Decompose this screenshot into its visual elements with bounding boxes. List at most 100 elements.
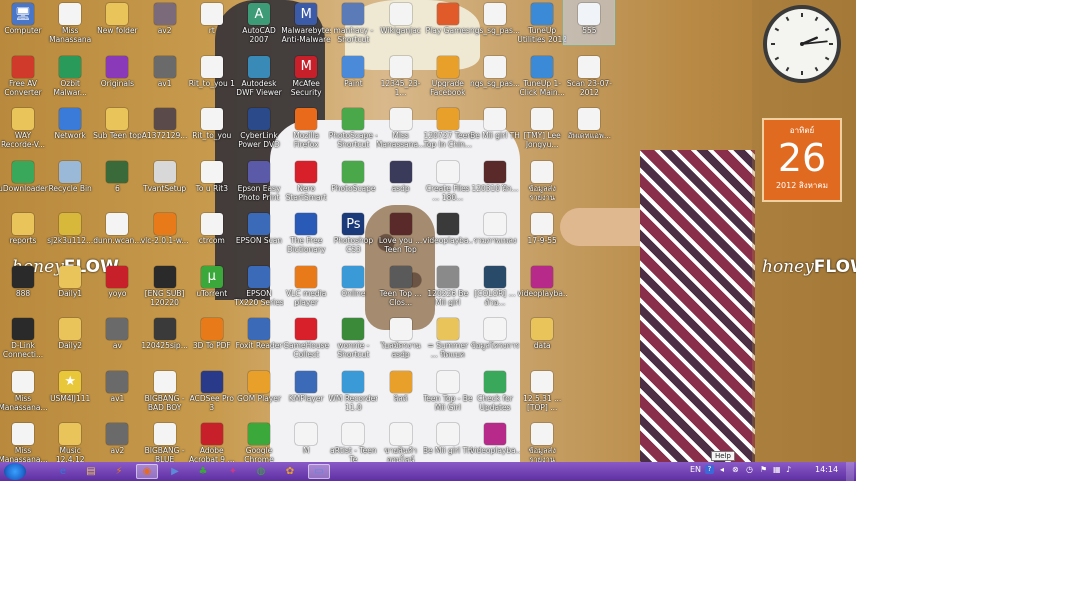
- start-button[interactable]: [4, 463, 26, 480]
- desktop-icon[interactable]: 120226 Be Mii girl: [423, 263, 473, 307]
- calendar-gadget[interactable]: อาทิตย์ 26 2012 สิงหาคม: [762, 118, 842, 202]
- desktop-icon[interactable]: Nero StartSmart: [281, 158, 331, 202]
- desktop-icon[interactable]: Teen Top ... Clos...: [376, 263, 426, 307]
- desktop-icon[interactable]: Miss Manassana...: [0, 420, 48, 464]
- desktop-icon[interactable]: Daily1: [45, 263, 95, 307]
- desktop-icon[interactable]: New folder: [92, 0, 142, 44]
- desktop-icon[interactable]: BIGBANG - BLUE: [140, 420, 190, 464]
- desktop-icon[interactable]: = Summer ... ฟีดแบค: [423, 315, 473, 359]
- taskbar-explorer-icon[interactable]: ▤: [80, 464, 102, 479]
- desktop-icon[interactable]: WAY Recorde-V...: [0, 105, 48, 149]
- desktop-icon[interactable]: Sub Teen top: [92, 105, 142, 149]
- desktop-icon[interactable]: yoyo: [92, 263, 142, 307]
- desktop-icon[interactable]: Originals: [92, 53, 142, 97]
- desktop-icon[interactable]: Epson Easy Photo Print: [234, 158, 284, 202]
- desktop-icon[interactable]: Google Chrome: [234, 420, 284, 464]
- desktop-icon[interactable]: Love you ... Teen Top: [376, 210, 426, 254]
- desktop-icon[interactable]: µ uTorrent: [187, 263, 237, 307]
- network-icon[interactable]: ▦: [773, 465, 781, 474]
- desktop-icon[interactable]: TvantSetup: [140, 158, 190, 202]
- desktop-icon[interactable]: Rit_to_you 1: [187, 53, 237, 97]
- desktop-icon[interactable]: 120310 ฝึก...: [470, 158, 520, 202]
- desktop-icon[interactable]: Mozilla Firefox: [281, 105, 331, 149]
- desktop-icon[interactable]: Ps Photoshop CS3: [328, 210, 378, 254]
- desktop-icon[interactable]: Upgrade Facebook: [423, 53, 473, 97]
- desktop-icon[interactable]: EPSON TX220 Series: [234, 263, 284, 307]
- desktop-icon[interactable]: dunn.wcan...: [92, 210, 142, 254]
- desktop-icon[interactable]: av1: [140, 53, 190, 97]
- desktop-icon[interactable]: ngs_sg_pas...: [470, 53, 520, 97]
- desktop-icon[interactable]: ใบสมัครงาน asdp: [376, 315, 426, 359]
- desktop-icon[interactable]: ngs_sg_pas...: [470, 0, 520, 44]
- desktop-icon[interactable]: Online: [328, 263, 378, 307]
- desktop-icon[interactable]: Recycle Bin: [45, 158, 95, 202]
- show-desktop-button[interactable]: [846, 462, 854, 481]
- desktop-icon[interactable]: ขายสินค้าออนไลน์: [376, 420, 426, 464]
- desktop-icon[interactable]: KMPlayer: [281, 368, 331, 412]
- desktop[interactable]: honeyFLOW honeyFLOW 🖥ComputerMiss Manass…: [0, 0, 856, 481]
- desktop-icon[interactable]: ข้อมูลส่งรายงาน: [517, 420, 567, 464]
- desktop-icon[interactable]: Free AV Converter: [0, 53, 48, 97]
- flag-icon[interactable]: ⚑: [760, 465, 767, 474]
- clock-gadget[interactable]: [763, 5, 841, 83]
- desktop-icon[interactable]: Be Mii girl TH: [470, 105, 520, 149]
- desktop-icon[interactable]: Wikiganjac: [376, 0, 426, 44]
- desktop-icon[interactable]: rt: [187, 0, 237, 44]
- taskbar-winamp-icon[interactable]: ⚡: [108, 464, 130, 479]
- desktop-icon[interactable]: TuneUp Utilities 2012: [517, 0, 567, 44]
- desktop-icon[interactable]: 888: [0, 263, 48, 307]
- desktop-icon[interactable]: wonnie - Shortcut: [328, 315, 378, 359]
- desktop-icon[interactable]: Network: [45, 105, 95, 149]
- taskbar-ie-icon[interactable]: e: [52, 464, 74, 479]
- desktop-icon[interactable]: [COLOR] ... ตัวอ...: [470, 263, 520, 307]
- desktop-icon[interactable]: asdp: [376, 158, 426, 202]
- desktop-icon[interactable]: reports: [0, 210, 48, 254]
- desktop-icon[interactable]: Foxit Reader: [234, 315, 284, 359]
- desktop-icon[interactable]: data: [517, 315, 567, 359]
- taskbar-user-icon[interactable]: ✿: [279, 464, 301, 479]
- tray-clock-icon[interactable]: ◷: [746, 465, 753, 474]
- desktop-icon[interactable]: PhotoScape: [328, 158, 378, 202]
- desktop-icon[interactable]: [ENG SUB] 120220 Tea...: [140, 263, 190, 307]
- desktop-icon[interactable]: Check for Updates: [470, 368, 520, 412]
- desktop-icon[interactable]: Music 12.4.12: [45, 420, 95, 464]
- desktop-icon[interactable]: Miss Manassana: [45, 0, 95, 44]
- desktop-icon[interactable]: รวมภาพเพลง: [470, 210, 520, 254]
- desktop-icon[interactable]: ACDSee Pro 3: [187, 368, 237, 412]
- desktop-icon[interactable]: ข้อมูลส่งรายงาน: [517, 158, 567, 202]
- desktop-icon[interactable]: 120425sip...: [140, 315, 190, 359]
- desktop-icon[interactable]: 120727 Teen Top In Chin...: [423, 105, 473, 149]
- desktop-icon[interactable]: Autodesk DWF Viewer: [234, 53, 284, 97]
- desktop-icon[interactable]: Be Mii girl TH: [423, 420, 473, 464]
- desktop-icon[interactable]: Scan 23-07-2012: [564, 53, 614, 97]
- taskbar-media-icon[interactable]: ▶: [164, 464, 186, 479]
- desktop-icon[interactable]: ★ USM4IJ111: [45, 368, 95, 412]
- desktop-icon[interactable]: EPSON Scan: [234, 210, 284, 254]
- desktop-icon[interactable]: Miss Manassana...: [376, 105, 426, 149]
- help-icon[interactable]: ?: [705, 465, 714, 474]
- desktop-icon[interactable]: Miss Manassana...: [0, 368, 48, 412]
- desktop-icon[interactable]: aRtist - Teen Te: [328, 420, 378, 464]
- desktop-icon[interactable]: To u Rit3: [187, 158, 237, 202]
- desktop-icon[interactable]: GameHouse Collect: [281, 315, 331, 359]
- desktop-icon[interactable]: D-Link Connecti...: [0, 315, 48, 359]
- desktop-icon[interactable]: Paint: [328, 53, 378, 97]
- desktop-icon[interactable]: Adobe Acrobat 9 ...: [187, 420, 237, 464]
- desktop-icon[interactable]: av: [92, 315, 142, 359]
- desktop-icon[interactable]: TuneUp 1-Click Main...: [517, 53, 567, 97]
- desktop-icon[interactable]: A AutoCAD 2007: [234, 0, 284, 44]
- desktop-icon[interactable]: WM Recorder 11.0: [328, 368, 378, 412]
- desktop-icon[interactable]: [TMY] Lee Jongyu...: [517, 105, 567, 149]
- tray-icon-1[interactable]: ◂: [720, 465, 724, 474]
- desktop-icon[interactable]: A1372129...: [140, 105, 190, 149]
- desktop-icon[interactable]: 12.5.31 ... [TOP] ...: [517, 368, 567, 412]
- desktop-icon[interactable]: Daily2: [45, 315, 95, 359]
- desktop-icon[interactable]: ctrcom: [187, 210, 237, 254]
- desktop-icon[interactable]: VLC media player: [281, 263, 331, 307]
- desktop-icon[interactable]: 3D To PDF: [187, 315, 237, 359]
- desktop-icon[interactable]: The Free Dictionary: [281, 210, 331, 254]
- desktop-icon[interactable]: uDownloader: [0, 158, 48, 202]
- desktop-icon[interactable]: sj2k3u112...: [45, 210, 95, 254]
- desktop-icon[interactable]: av2: [92, 420, 142, 464]
- taskbar-chrome-icon[interactable]: ◍: [250, 464, 272, 479]
